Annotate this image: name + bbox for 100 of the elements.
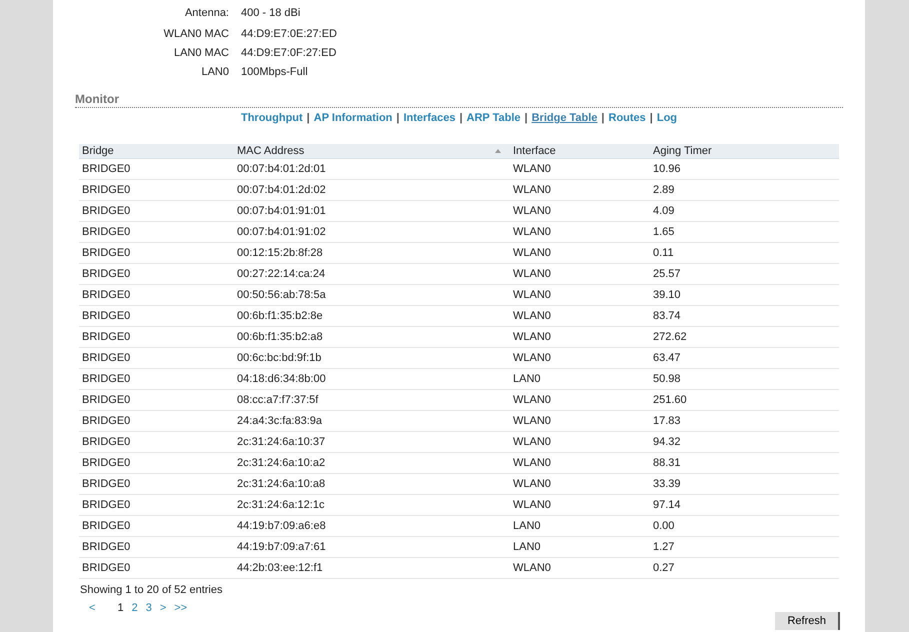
table-cell: BRIDGE0 — [79, 390, 234, 410]
page-link[interactable]: 1 — [113, 602, 128, 614]
table-cell: 24:a4:3c:fa:83:9a — [234, 410, 510, 432]
separator: | — [601, 112, 604, 124]
table-cell: 00:12:15:2b:8f:28 — [234, 242, 510, 264]
table-cell: BRIDGE0 — [79, 242, 234, 264]
table-cell: WLAN0 — [510, 494, 650, 516]
table-cell: WLAN0 — [510, 474, 650, 494]
table-cell: WLAN0 — [510, 222, 650, 242]
table-cell: 83.74 — [650, 306, 839, 326]
table-cell: 2c:31:24:6a:10:a8 — [234, 474, 510, 494]
page-link[interactable]: > — [156, 602, 170, 614]
table-cell: 25.57 — [650, 264, 839, 284]
info-label: Antenna: — [184, 6, 229, 21]
table-cell: WLAN0 — [510, 432, 650, 452]
table-cell: BRIDGE0 — [79, 368, 234, 390]
info-value: 400 - 18 dBi — [241, 6, 302, 21]
nav-link[interactable]: Bridge Table — [532, 112, 598, 124]
column-header[interactable]: Bridge — [79, 144, 234, 158]
table-cell: WLAN0 — [510, 242, 650, 264]
table-cell: LAN0 — [510, 536, 650, 558]
table-cell: 39.10 — [650, 284, 839, 306]
table-cell: 0.27 — [650, 558, 839, 578]
table-cell: 2.89 — [650, 180, 839, 200]
table-cell: BRIDGE0 — [79, 494, 234, 516]
table-cell: 63.47 — [650, 348, 839, 368]
table-cell: 00:27:22:14:ca:24 — [234, 264, 510, 284]
page-link[interactable]: < — [85, 602, 100, 614]
table-cell: 251.60 — [650, 390, 839, 410]
page-link[interactable]: 3 — [142, 602, 156, 614]
table-cell: 97.14 — [650, 494, 839, 516]
table-cell: WLAN0 — [510, 306, 650, 326]
table-cell: BRIDGE0 — [79, 516, 234, 536]
table-cell: 00:07:b4:01:91:02 — [234, 222, 510, 242]
table-cell: BRIDGE0 — [79, 284, 234, 306]
table-cell: BRIDGE0 — [79, 432, 234, 452]
separator: | — [396, 112, 400, 124]
table-cell: 17.83 — [650, 410, 839, 432]
refresh-button[interactable]: Refresh — [775, 612, 840, 630]
table-cell: 2c:31:24:6a:10:a2 — [234, 452, 510, 474]
info-label: LAN0 — [200, 65, 229, 80]
nav-link[interactable]: ARP Table — [466, 112, 521, 124]
table-cell: 1.27 — [650, 536, 839, 558]
table-cell: 44:19:b7:09:a6:e8 — [234, 516, 510, 536]
column-header[interactable]: Interface — [510, 144, 650, 158]
table-cell: BRIDGE0 — [79, 326, 234, 348]
table-cell: BRIDGE0 — [79, 158, 234, 180]
table-cell: 44:2b:03:ee:12:f1 — [234, 558, 510, 578]
table-cell: LAN0 — [510, 368, 650, 390]
table-cell: 50.98 — [650, 368, 839, 390]
table-cell: 00:07:b4:01:2d:02 — [234, 180, 510, 200]
table-cell: LAN0 — [510, 516, 650, 536]
table-cell: 10.96 — [650, 158, 839, 180]
info-value: 44:D9:E7:0F:27:ED — [241, 46, 338, 61]
nav-link[interactable]: Routes — [608, 112, 646, 124]
column-header[interactable]: Aging Timer — [650, 144, 839, 158]
separator: | — [306, 112, 310, 124]
table-cell: 0.11 — [650, 242, 839, 264]
table-cell: 00:50:56:ab:78:5a — [234, 284, 510, 306]
page-link[interactable]: 2 — [128, 602, 142, 614]
table-cell: 1.65 — [650, 222, 839, 242]
info-value: 44:D9:E7:0E:27:ED — [241, 27, 338, 42]
table-cell: BRIDGE0 — [79, 264, 234, 284]
table-cell: BRIDGE0 — [79, 410, 234, 432]
column-header[interactable]: MAC Address — [234, 144, 510, 158]
nav-link[interactable]: Log — [656, 112, 678, 124]
table-cell: 08:cc:a7:f7:37:5f — [234, 390, 510, 410]
separator: | — [524, 112, 528, 124]
table-cell: BRIDGE0 — [79, 348, 234, 368]
table-cell: WLAN0 — [510, 452, 650, 474]
table-cell: WLAN0 — [510, 200, 650, 222]
table-cell: 00:6b:f1:35:b2:8e — [234, 306, 510, 326]
nav-link[interactable]: Throughput — [240, 112, 303, 124]
table-cell: 04:18:d6:34:8b:00 — [234, 368, 510, 390]
separator: | — [459, 112, 463, 124]
table-cell: 00:07:b4:01:2d:01 — [234, 158, 510, 180]
table-cell: 0.00 — [650, 516, 839, 536]
table-cell: 94.32 — [650, 432, 839, 452]
table-cell: 272.62 — [650, 326, 839, 348]
table-cell: WLAN0 — [510, 264, 650, 284]
entries-info: Showing 1 to 20 of 52 entries — [80, 584, 224, 596]
table-cell: 2c:31:24:6a:12:1c — [234, 494, 510, 516]
separator: | — [650, 112, 653, 124]
table-cell: BRIDGE0 — [79, 452, 234, 474]
table-cell: WLAN0 — [510, 348, 650, 368]
section-title: Monitor — [75, 92, 843, 108]
table-cell: 44:19:b7:09:a7:61 — [234, 536, 510, 558]
table-cell: WLAN0 — [510, 410, 650, 432]
table-cell: BRIDGE0 — [79, 180, 234, 200]
page-link[interactable]: >> — [170, 602, 192, 614]
table-cell: 00:6b:f1:35:b2:a8 — [234, 326, 510, 348]
table-cell: WLAN0 — [510, 558, 650, 578]
nav-link[interactable]: AP Information — [314, 112, 392, 124]
table-cell: WLAN0 — [510, 390, 650, 410]
table-cell: 88.31 — [650, 452, 839, 474]
table-cell: BRIDGE0 — [79, 222, 234, 242]
nav-link[interactable]: Interfaces — [403, 112, 456, 124]
sort-icon — [495, 149, 501, 153]
table-cell: WLAN0 — [510, 180, 650, 200]
table-cell: BRIDGE0 — [79, 558, 234, 578]
